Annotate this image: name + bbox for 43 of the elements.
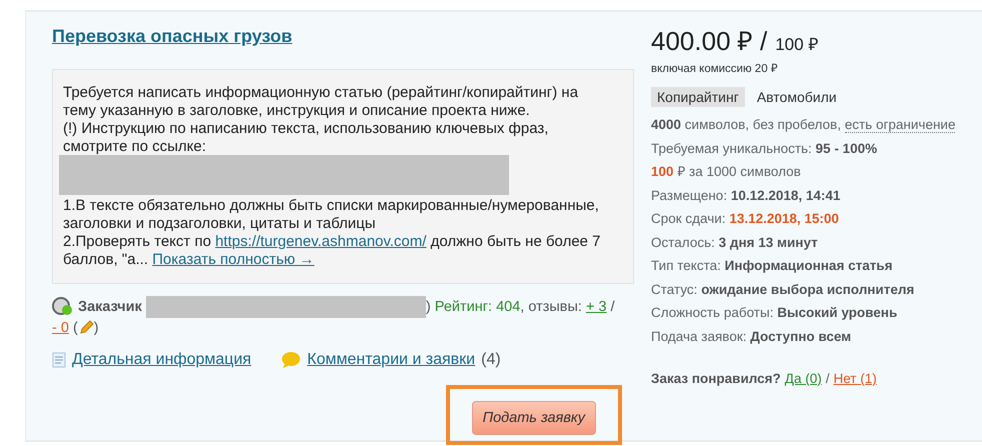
detail-line: 100 ₽ за 1000 символов — [651, 163, 802, 181]
dislike-link[interactable]: Нет (1) — [833, 370, 877, 386]
detail-line: Срок сдачи: 13.12.2018, 15:00 — [651, 210, 840, 228]
comments-link[interactable]: Комментарии и заявки — [307, 351, 476, 369]
category-tag[interactable]: Автомобили — [750, 87, 843, 107]
apply-button[interactable]: Подать заявку — [472, 401, 596, 435]
detail-line: Тип текста: Информационная статья — [651, 257, 894, 275]
slash-text: / — [610, 298, 615, 315]
detail-line: Требуемая уникальность: 95 - 100% — [651, 140, 878, 158]
detail-line: Подача заявок: Доступно всем — [651, 328, 852, 346]
category-tag[interactable]: Копирайтинг — [651, 87, 745, 107]
price-amount: 400.00 ₽ / — [651, 25, 768, 58]
like-link[interactable]: Да (0) — [784, 370, 822, 386]
negative-reviews-link[interactable]: - 0 — [52, 320, 69, 336]
paren-text: ( — [72, 320, 78, 336]
pencil-icon — [78, 320, 94, 336]
detail-line: 4000 символов, без пробелов, есть ограничение — [651, 116, 956, 135]
detail-line: Размещено: 10.12.2018, 14:41 — [651, 186, 842, 205]
order-title-link[interactable]: Перевозка опасных грузов — [52, 26, 292, 47]
paren-text: ) — [426, 298, 431, 315]
description-text: 2.Проверять текст по https://turgenev.ashmanov.com/ должно быть не более 7 баллов, "а... Показать полностью → — [63, 233, 602, 269]
details-link[interactable]: Детальная информация — [72, 351, 252, 369]
description-text: Требуется написать информационную статью (рерайтинг/копирайтинг) на тему указанную в заголовке, инструкция и описание проекта ниже. — [63, 84, 580, 120]
positive-reviews-link[interactable]: + 3 — [586, 298, 607, 315]
price-unit: 100 ₽ — [775, 34, 818, 55]
customer-label: Заказчик — [78, 298, 142, 315]
comment-count: (4) — [481, 351, 501, 369]
reviews-label: , отзывы: — [520, 298, 583, 315]
paren-text: ) — [94, 320, 99, 336]
document-icon — [52, 352, 66, 368]
commission-text: включая комиссию 20 ₽ — [651, 62, 779, 75]
detail-line: Сложность работы: Высокий уровень — [651, 304, 898, 322]
show-more-link[interactable]: Показать полностью → — [152, 251, 314, 268]
hint-link[interactable]: есть ограничение — [844, 117, 956, 133]
detail-line: Осталось: 3 дня 13 минут — [651, 234, 819, 252]
url-link[interactable]: https://turgenev.ashmanov.com/ — [215, 233, 426, 250]
speech-bubble-icon — [281, 351, 302, 369]
description-text: (!) Инструкцию по написанию текста, использованию ключевых фраз, смотрите по ссылке: — [63, 120, 550, 156]
feedback-question: Заказ понравился? — [651, 370, 781, 386]
rating-text: Рейтинг: 404 — [434, 298, 520, 315]
slash-text: / — [826, 370, 830, 386]
user-avatar-icon — [52, 297, 74, 317]
detail-line: Статус: ожидание выбора исполнителя — [651, 280, 916, 299]
